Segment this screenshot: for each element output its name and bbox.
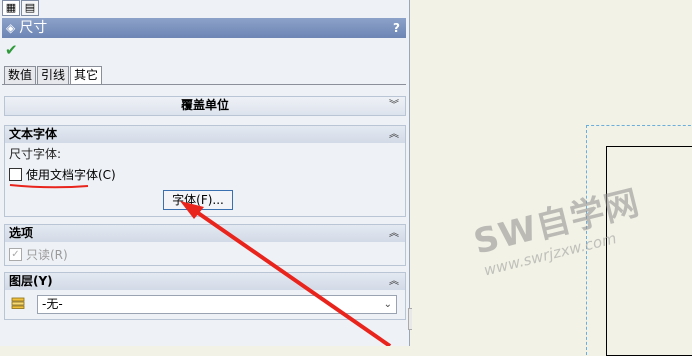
ok-check-icon[interactable]: ✔	[5, 41, 18, 59]
expand-chevron-icon[interactable]: ︾	[389, 97, 399, 114]
panel-title: 尺寸	[19, 20, 48, 36]
chevron-down-icon[interactable]: ⌄	[384, 296, 392, 313]
text-font-group: 文本字体 ︽ 尺寸字体: 使用文档字体(C) 字体(F)...	[4, 125, 406, 217]
property-manager-panel: ▦ ▤ ◈ 尺寸 ? ✔ 数值 引线 其它 覆盖单位 ︾ 文本字体 ︽ 尺寸字体…	[0, 0, 410, 346]
help-icon[interactable]: ?	[393, 18, 400, 38]
use-doc-font-label[interactable]: 使用文档字体(C)	[26, 166, 116, 183]
font-button[interactable]: 字体(F)...	[163, 190, 233, 210]
options-header[interactable]: 选项 ︽	[5, 225, 405, 242]
override-units-header[interactable]: 覆盖单位 ︾	[5, 97, 405, 115]
readonly-checkbox: ✓	[9, 248, 22, 261]
panel-title-bar: ◈ 尺寸 ?	[2, 18, 406, 38]
tab-value[interactable]: 数值	[4, 66, 37, 84]
dim-font-label: 尺寸字体:	[9, 147, 62, 161]
layer-select-value: -无-	[42, 297, 63, 311]
layer-title: 图层(Y)	[9, 274, 53, 288]
tab-divider	[2, 84, 406, 85]
text-font-title: 文本字体	[9, 127, 58, 141]
override-units-group[interactable]: 覆盖单位 ︾	[4, 96, 406, 116]
use-doc-font-row[interactable]: 使用文档字体(C)	[9, 166, 401, 183]
layer-icon	[11, 297, 25, 309]
layer-select[interactable]: -无- ⌄	[37, 295, 397, 314]
readonly-label: 只读(R)	[26, 248, 68, 262]
text-font-header[interactable]: 文本字体 ︽	[5, 126, 405, 143]
tab-other[interactable]: 其它	[70, 66, 103, 85]
options-group: 选项 ︽ ✓ 只读(R)	[4, 224, 406, 266]
collapse-chevron-icon[interactable]: ︽	[389, 273, 399, 290]
layer-group: 图层(Y) ︽ -无- ⌄	[4, 272, 406, 320]
collapse-chevron-icon[interactable]: ︽	[389, 126, 399, 143]
property-tabs: 数值 引线 其它	[4, 66, 103, 85]
collapse-chevron-icon[interactable]: ︽	[389, 225, 399, 242]
override-units-title: 覆盖单位	[180, 98, 229, 112]
property-manager-tab[interactable]: ▦	[2, 0, 20, 16]
layer-header[interactable]: 图层(Y) ︽	[5, 273, 405, 290]
tab-leaders[interactable]: 引线	[37, 66, 70, 84]
manager-tabs: ▦ ▤	[2, 0, 39, 16]
config-manager-tab[interactable]: ▤	[21, 0, 39, 16]
readonly-row: ✓ 只读(R)	[9, 246, 401, 263]
use-doc-font-checkbox[interactable]	[9, 168, 22, 181]
options-title: 选项	[9, 226, 34, 240]
dimension-icon: ◈	[6, 21, 16, 35]
